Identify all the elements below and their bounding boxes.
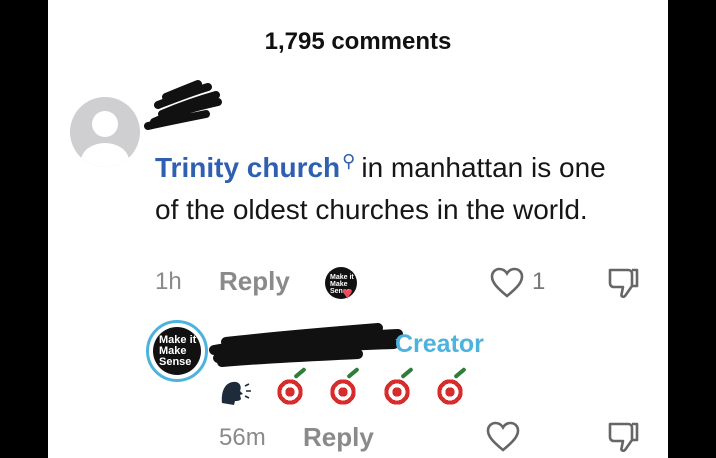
comments-count-title: 1,795 comments — [264, 28, 452, 55]
heart-icon[interactable] — [486, 421, 520, 453]
like-count: 1 — [532, 268, 546, 295]
creator-avatar[interactable]: Make it Make Sense — [146, 320, 208, 382]
speaking-head-icon — [221, 382, 251, 406]
redacted-username — [144, 80, 222, 130]
comments-panel: 1,795 comments Trinity church ⚲ in manhatt… — [48, 0, 668, 458]
comment-body: Trinity church ⚲ in manhattan is one of th… — [155, 140, 635, 231]
search-link[interactable]: Trinity church — [155, 152, 340, 183]
default-avatar-icon — [81, 111, 129, 167]
search-icon[interactable]: ⚲ — [342, 151, 355, 171]
reply-emoji-body — [218, 375, 475, 408]
redacted-creator-name — [209, 323, 403, 367]
creator-avatar-label: Make it Make Sense — [153, 327, 201, 375]
reply-time: 56m — [219, 424, 266, 451]
creator-heart-icon: ♥ — [342, 283, 353, 303]
dislike-icon[interactable] — [606, 266, 640, 300]
comment-time: 1h — [155, 268, 182, 295]
reply-button[interactable]: Reply — [219, 266, 290, 297]
creator-label: Creator — [395, 330, 484, 358]
direct-hit-icon — [328, 377, 359, 408]
direct-hit-icon — [381, 377, 412, 408]
direct-hit-icon — [275, 377, 306, 408]
reply-button[interactable]: Reply — [303, 422, 374, 453]
user-avatar[interactable] — [70, 97, 140, 167]
heart-icon[interactable] — [490, 267, 524, 299]
dislike-icon[interactable] — [606, 420, 640, 454]
direct-hit-icon — [434, 377, 465, 408]
